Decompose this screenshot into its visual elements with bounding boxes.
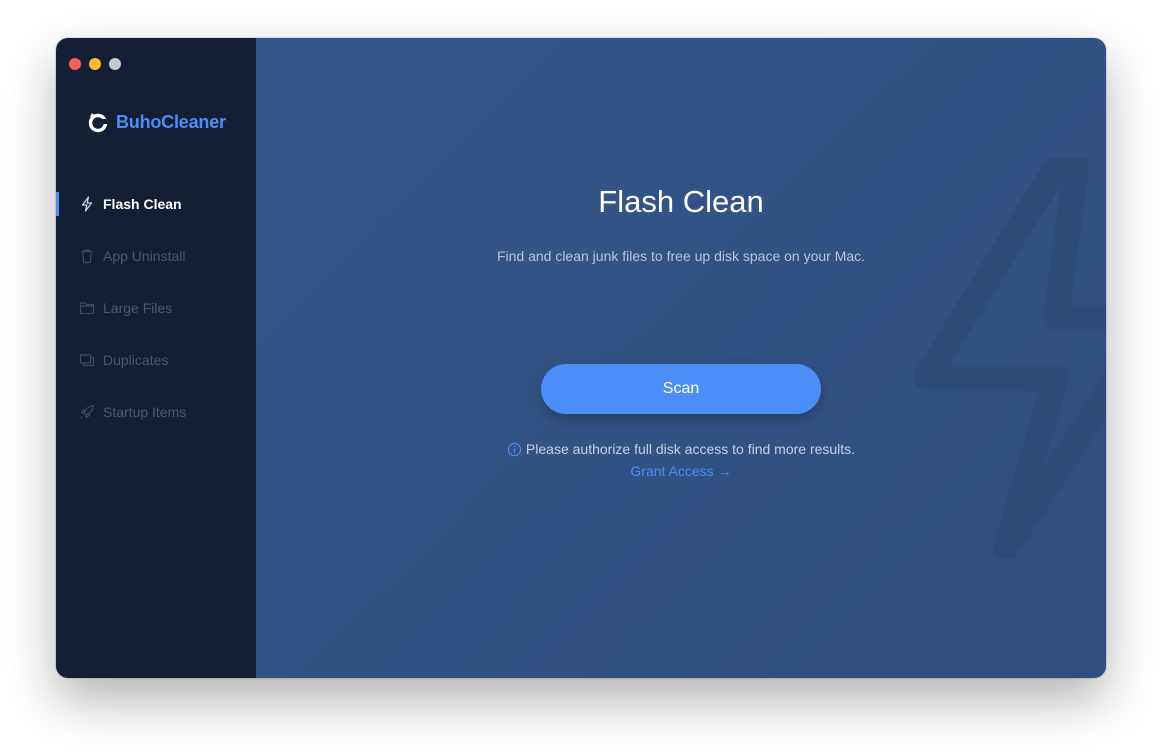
minimize-window-button[interactable] [89, 58, 101, 70]
active-indicator [56, 192, 59, 216]
app-brand: BuhoCleaner [86, 110, 226, 134]
sidebar-item-label: Duplicates [103, 352, 169, 368]
main-panel: Flash Clean Find and clean junk files to… [256, 38, 1106, 678]
page-subtitle: Find and clean junk files to free up dis… [496, 248, 866, 264]
sidebar-item-app-uninstall[interactable]: App Uninstall [56, 230, 256, 282]
folder-icon [79, 300, 95, 316]
sidebar-item-label: Flash Clean [103, 196, 182, 212]
sidebar-item-duplicates[interactable]: Duplicates [56, 334, 256, 386]
app-logo-icon [88, 113, 108, 133]
sidebar-item-label: Startup Items [103, 404, 187, 420]
duplicates-icon [79, 352, 95, 368]
notice-text: Please authorize full disk access to fin… [525, 441, 856, 457]
window-controls [69, 58, 121, 70]
page-title: Flash Clean [598, 184, 764, 219]
sidebar-item-label: Large Files [103, 300, 173, 316]
sidebar-item-flash-clean[interactable]: Flash Clean [56, 178, 256, 230]
bolt-icon [79, 196, 95, 212]
app-name: BuhoCleaner [116, 111, 226, 132]
sidebar-item-large-files[interactable]: Large Files [56, 282, 256, 334]
disk-access-notice: Please authorize full disk access to fin… [256, 441, 1106, 457]
info-icon [507, 442, 522, 456]
sidebar: BuhoCleaner Flash Clean App Uninstall La… [56, 38, 256, 678]
zoom-window-button[interactable] [109, 58, 121, 70]
close-window-button[interactable] [69, 58, 81, 70]
trash-icon [79, 248, 95, 264]
sidebar-nav: Flash Clean App Uninstall Large Files Du… [56, 178, 256, 438]
scan-button[interactable]: Scan [541, 364, 821, 414]
sidebar-item-label: App Uninstall [103, 248, 186, 264]
sidebar-item-startup-items[interactable]: Startup Items [56, 386, 256, 438]
rocket-icon [79, 404, 95, 420]
app-window: BuhoCleaner Flash Clean App Uninstall La… [56, 38, 1106, 678]
grant-access-link[interactable]: Grant Access → [256, 463, 1106, 479]
